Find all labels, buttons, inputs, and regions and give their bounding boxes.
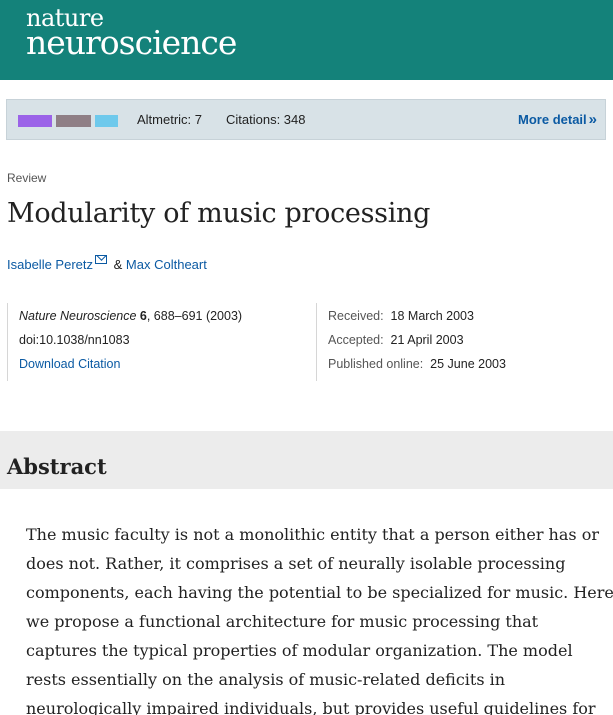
published-value: 25 June 2003	[430, 357, 506, 371]
journal-logo[interactable]: nature neuroscience	[26, 6, 237, 62]
published-label: Published online:	[328, 357, 424, 371]
article-type: Review	[7, 171, 47, 185]
author-list: Isabelle Peretz & Max Coltheart	[7, 255, 207, 272]
accepted-value: 21 April 2003	[390, 333, 464, 347]
abstract-text: The music faculty is not a monolithic en…	[26, 520, 613, 715]
journal-pages-year: , 688–691 (2003)	[146, 309, 243, 323]
accepted-label: Accepted:	[328, 333, 384, 347]
received-label: Received:	[328, 309, 384, 323]
double-chevron-right-icon: »	[588, 111, 597, 128]
site-header: nature neuroscience	[0, 0, 613, 80]
received-value: 18 March 2003	[390, 309, 474, 323]
accepted-date: Accepted: 21 April 2003	[328, 333, 464, 347]
published-date: Published online: 25 June 2003	[328, 357, 506, 371]
metrics-bar: Altmetric: 7 Citations: 348 More detail»	[6, 99, 606, 140]
logo-neuroscience: neuroscience	[26, 23, 237, 62]
received-date: Received: 18 March 2003	[328, 309, 474, 323]
altmetric-swatch-purple	[18, 115, 52, 127]
abstract-line: does not. Rather, it comprises a set of …	[26, 554, 566, 573]
journal-name: Nature Neuroscience	[19, 309, 137, 323]
abstract-line: components, each having the potential to…	[26, 583, 613, 602]
author-link-coltheart[interactable]: Max Coltheart	[126, 257, 207, 272]
author-link-peretz[interactable]: Isabelle Peretz	[7, 257, 93, 272]
journal-volume: 6	[139, 309, 147, 323]
abstract-line: neurologically impaired individuals, but…	[26, 699, 596, 715]
journal-reference: Nature Neuroscience 6, 688–691 (2003)	[19, 309, 242, 323]
author-separator: &	[113, 257, 123, 272]
abstract-line: captures the typical properties of modul…	[26, 641, 573, 660]
download-citation-link[interactable]: Download Citation	[19, 357, 120, 371]
citation-info: Nature Neuroscience 6, 688–691 (2003) do…	[7, 303, 315, 381]
abstract-line: rests essentially on the analysis of mus…	[26, 670, 506, 689]
article-title: Modularity of music processing	[7, 198, 431, 229]
doi: doi:10.1038/nn1083	[19, 333, 130, 347]
email-icon[interactable]	[95, 255, 107, 264]
altmetric-swatch-blue	[95, 115, 118, 127]
history-info: Received: 18 March 2003 Accepted: 21 Apr…	[316, 303, 606, 381]
altmetric-swatch-grey	[56, 115, 91, 127]
altmetric-score: Altmetric: 7	[137, 112, 203, 127]
abstract-heading: Abstract	[7, 454, 107, 479]
citation-count: Citations: 348	[226, 112, 306, 127]
more-detail-label: More detail	[518, 112, 587, 127]
abstract-line: The music faculty is not a monolithic en…	[26, 525, 599, 544]
abstract-line: we propose a functional architecture for…	[26, 612, 539, 631]
more-detail-link[interactable]: More detail»	[518, 111, 597, 128]
